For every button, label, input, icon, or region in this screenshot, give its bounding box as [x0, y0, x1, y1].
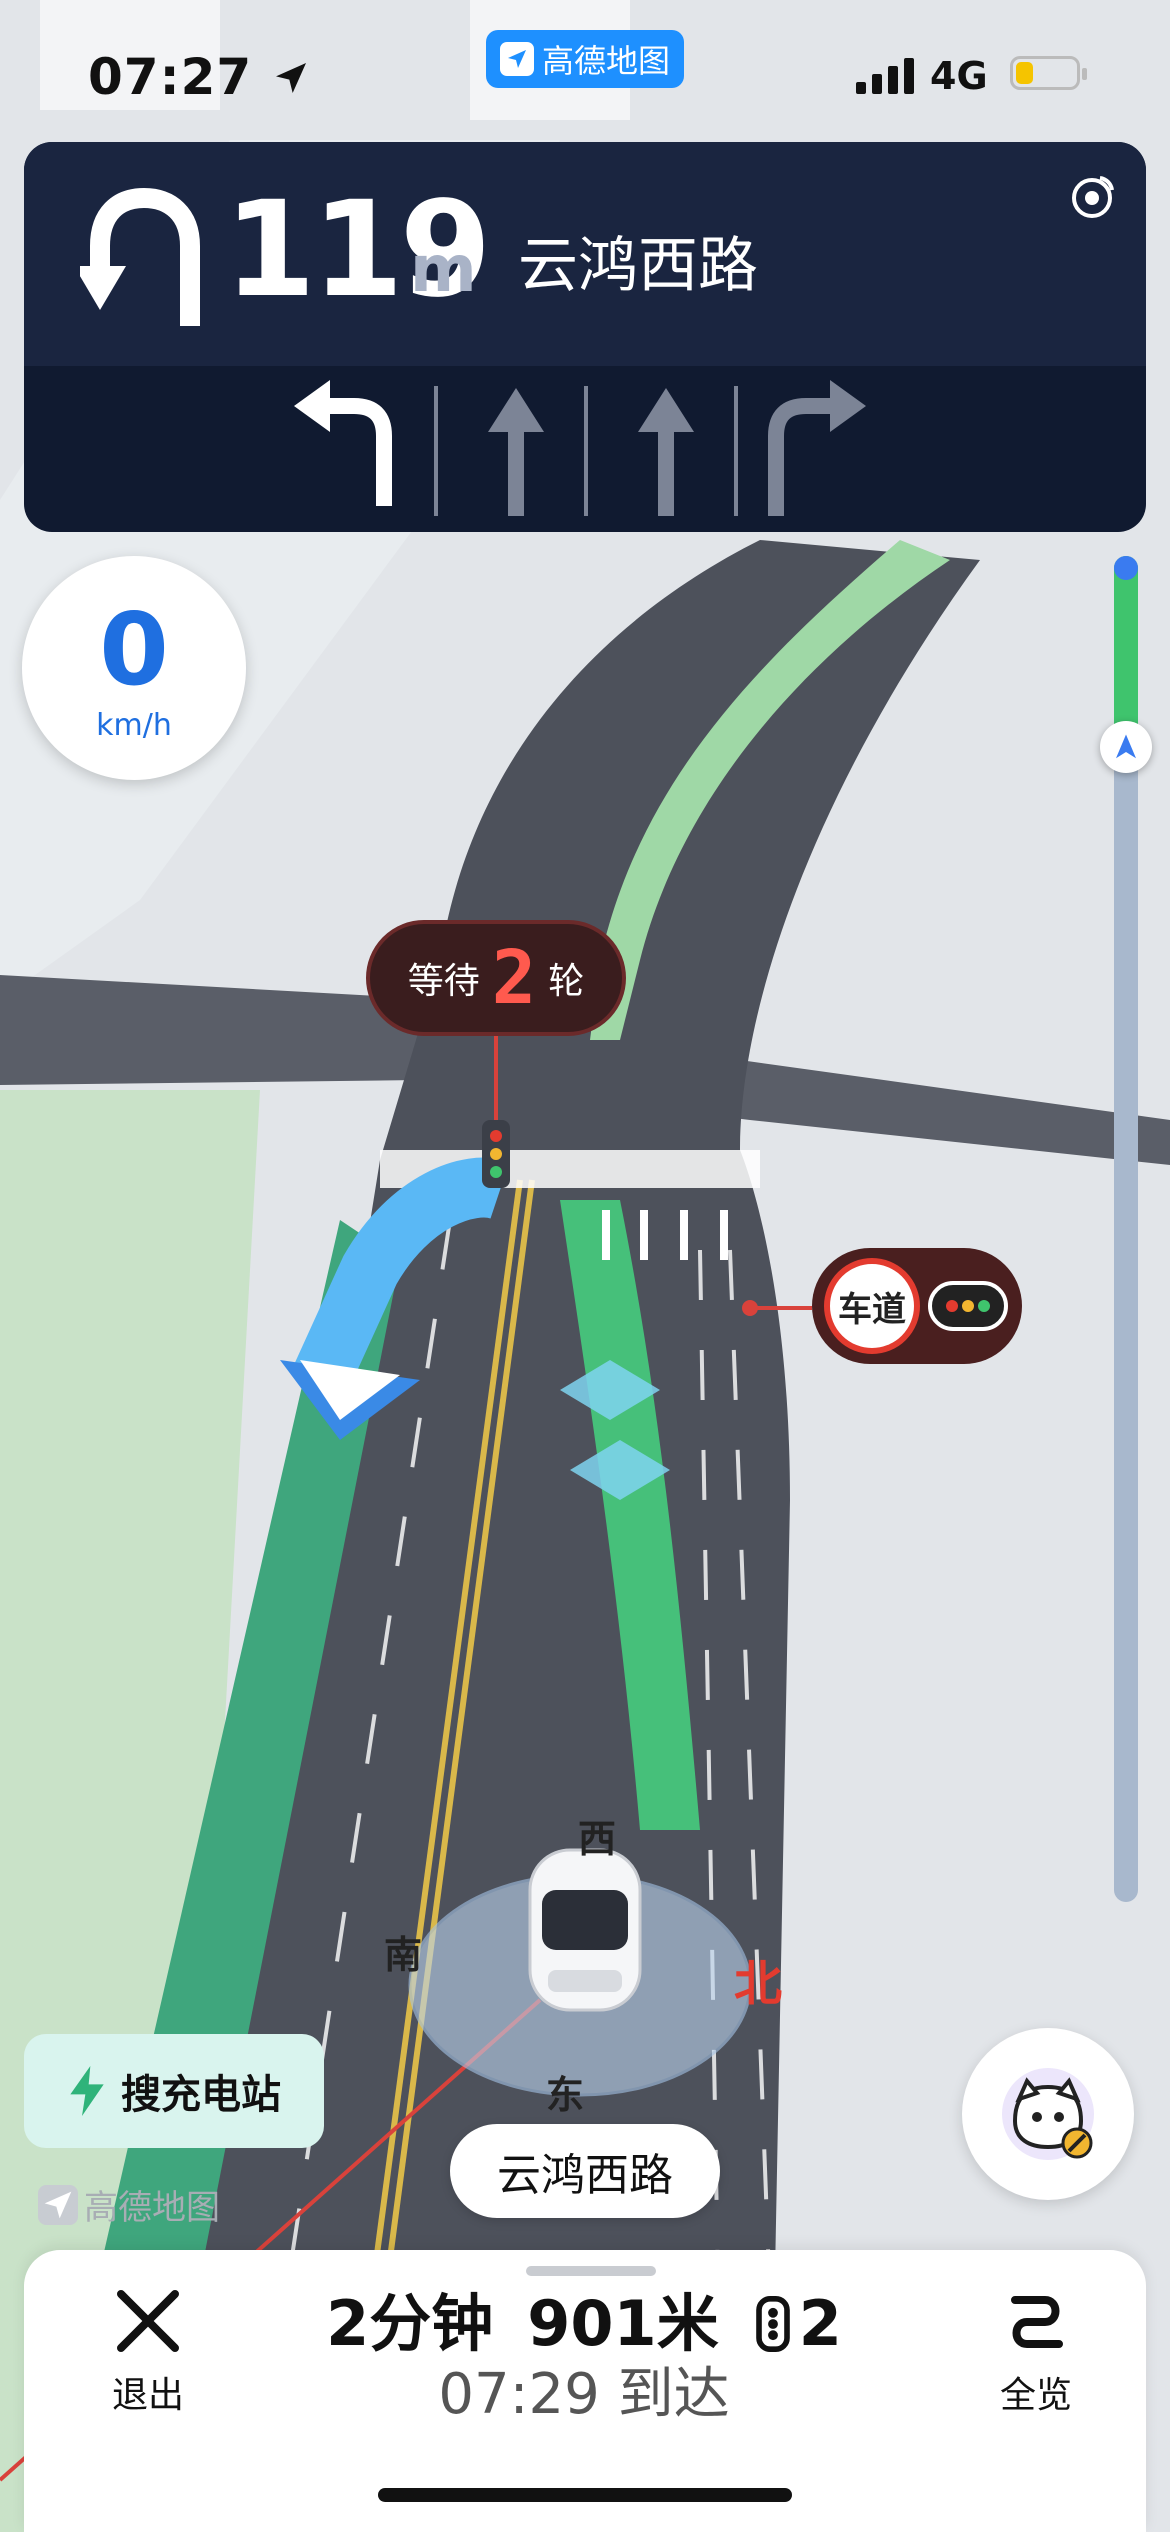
speed-value: 0	[99, 591, 169, 708]
watermark-text: 高德地图	[84, 2188, 220, 2228]
wait-unit: 轮	[548, 961, 585, 1002]
amap-logo-icon	[499, 42, 534, 76]
u-turn-left-icon	[80, 187, 200, 326]
trip-traffic-lights: 2	[753, 2287, 842, 2360]
lane-badge-label: 车道	[824, 1258, 920, 1354]
lane-straight-icon	[488, 388, 544, 516]
close-icon	[117, 2290, 179, 2352]
compass-west-label: 西	[578, 1817, 617, 1861]
wait-count: 2	[491, 935, 537, 1021]
signal-bars-icon	[856, 58, 914, 94]
lane-guidance	[294, 380, 866, 516]
map-watermark: 高德地图	[38, 2180, 220, 2229]
panel-drag-handle[interactable]	[526, 2266, 656, 2276]
status-bar: 07:27 高德地图 4G	[0, 0, 1170, 140]
trip-distance: 901米	[527, 2287, 719, 2360]
location-arrow-icon	[275, 63, 306, 93]
exit-navigation-button[interactable]: 退出	[78, 2286, 218, 2418]
lane-straight-icon	[638, 388, 694, 516]
current-position-icon	[1100, 720, 1152, 773]
battery-icon	[1010, 56, 1087, 90]
traffic-light-count: 2	[798, 2287, 842, 2360]
charge-button-label: 搜充电站	[121, 2072, 281, 2118]
network-type: 4G	[930, 54, 988, 98]
status-time: 07:27	[88, 48, 311, 106]
lightning-bolt-icon	[70, 2066, 104, 2116]
overview-label: 全览	[999, 2375, 1072, 2416]
time-text: 07:27	[88, 48, 253, 106]
home-indicator[interactable]	[378, 2488, 792, 2502]
wait-label: 等待	[407, 961, 480, 1002]
route-progress-fill	[1114, 556, 1138, 731]
app-return-badge[interactable]: 高德地图	[486, 30, 684, 88]
lane-traffic-light-badge[interactable]: 车道	[812, 1248, 1022, 1364]
compass-north-label: 北	[734, 1956, 783, 2012]
route-start-cap	[1114, 556, 1138, 580]
exit-label: 退出	[111, 2375, 184, 2416]
traffic-light-count-icon	[755, 2296, 790, 2353]
gps-signal-icon[interactable]	[1068, 172, 1118, 222]
route-overview-button[interactable]: 全览	[966, 2286, 1106, 2418]
compass-south-label: 南	[384, 1933, 423, 1977]
trip-summary: 2分钟 901米 2 07:29 到达	[254, 2287, 914, 2428]
assistant-mascot-icon	[1002, 2068, 1094, 2160]
trip-duration: 2分钟	[326, 2287, 494, 2360]
turn-guidance-panel[interactable]: 119 m 云鸿西路	[24, 142, 1146, 532]
lane-turn-right-icon	[768, 380, 866, 516]
app-badge-label: 高德地图	[541, 42, 670, 80]
speed-unit: km/h	[96, 708, 172, 743]
amap-watermark-icon	[38, 2184, 78, 2225]
search-charging-station-button[interactable]: 搜充电站	[24, 2034, 324, 2148]
speedometer: 0 km/h	[22, 556, 246, 780]
compass-east-label: 东	[546, 2073, 585, 2117]
current-road-label: 云鸿西路	[450, 2124, 720, 2218]
arrival-time: 07:29 到达	[438, 2362, 730, 2428]
route-progress-bar	[1100, 556, 1152, 1902]
next-road-name: 云鸿西路	[518, 231, 758, 301]
route-overview-icon	[1011, 2296, 1063, 2348]
traffic-light-wait-badge: 等待 2 轮	[366, 920, 626, 1036]
traffic-light-icon	[928, 1281, 1008, 1331]
voice-assistant-button[interactable]	[962, 2028, 1134, 2200]
lane-turn-left-icon	[294, 380, 392, 506]
vehicle-icon	[528, 1848, 642, 2012]
distance-unit: m	[410, 233, 477, 307]
